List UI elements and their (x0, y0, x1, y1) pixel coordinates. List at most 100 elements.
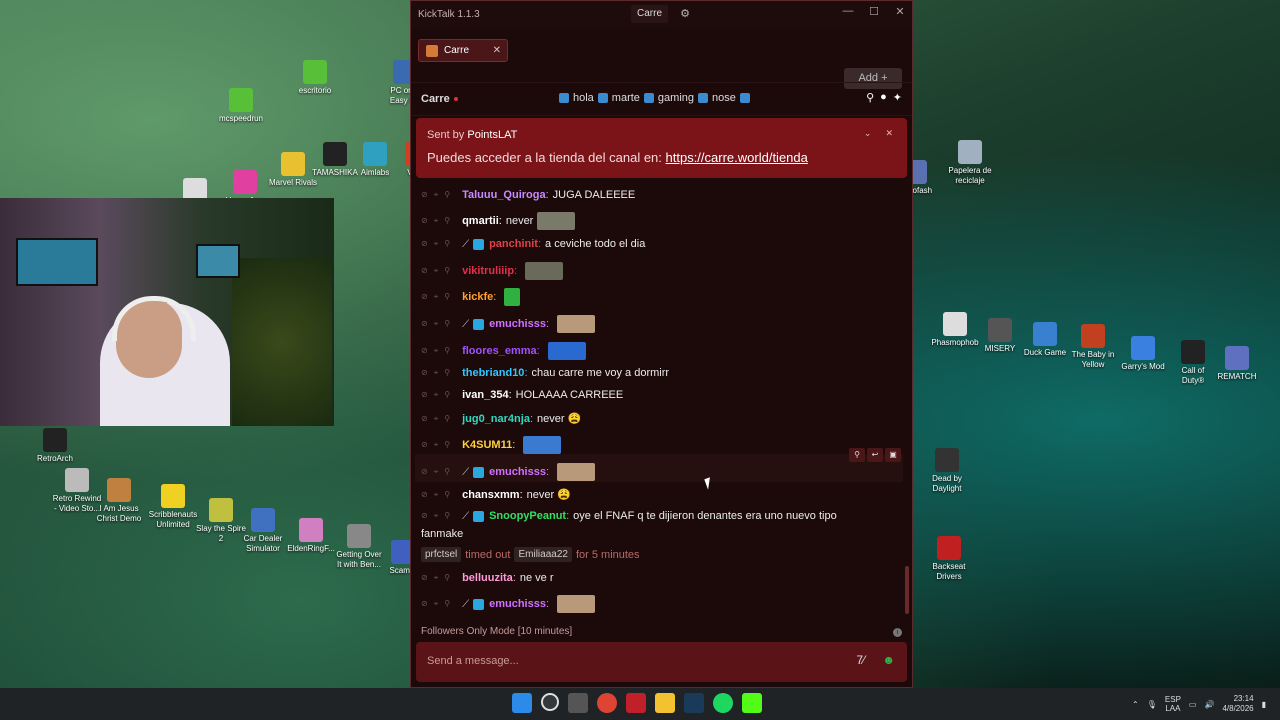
maximize-button[interactable]: ☐ (865, 5, 883, 18)
chat-message[interactable]: ⊘⌖⚲ floores_emma: (421, 342, 586, 360)
chat-message[interactable]: ⊘⌖⚲ thebriand10: chau carre me voy a dormi… (421, 367, 669, 379)
notification-icon[interactable]: ▮ (1262, 700, 1266, 709)
chat-username[interactable]: ivan_354 (462, 389, 508, 401)
chat-message[interactable]: ⊘⌖⚲ belluuzita: ne ve r (421, 572, 554, 584)
chat-message[interactable]: ⊘⌖⚲ jug0_nar4nja: never 😩 (421, 412, 581, 426)
timeout-moderator[interactable]: prfctsel (421, 547, 462, 562)
clock[interactable]: 23:14 4/8/2026 (1222, 694, 1253, 714)
desktop-icon[interactable]: Dead by Daylight (912, 448, 982, 494)
chat-message[interactable]: ⊘⌖⚲ ivan_354: HOLAAAA CARREEE (421, 389, 623, 401)
chat-username[interactable]: panchinit (489, 238, 538, 250)
chat-username[interactable]: emuchisss (489, 598, 546, 610)
delete-icon[interactable]: ▣ (885, 448, 901, 462)
search-icon[interactable] (541, 693, 559, 711)
chat-message[interactable]: ⊘⌖⚲ K4SUM11: (421, 436, 562, 454)
chat-emote[interactable] (557, 463, 596, 481)
kick-emote-icon[interactable]: ☻ (882, 653, 895, 667)
file-explorer-icon[interactable] (655, 693, 675, 713)
pinned-link[interactable]: https://carre.world/tienda (666, 150, 808, 165)
chat-emote[interactable] (504, 288, 521, 306)
mod-actions-icon[interactable]: ⊘⌖⚲ (421, 368, 456, 378)
chat-username[interactable]: floores_emma (462, 345, 537, 357)
chat-emote[interactable] (525, 262, 564, 280)
chrome-icon[interactable] (597, 693, 617, 713)
seventv-emote-icon[interactable]: 7⁄ (856, 653, 865, 667)
desktop-icon[interactable]: escritorio (280, 60, 350, 96)
chat-emote[interactable] (557, 595, 596, 613)
chat-message[interactable]: ⊘⌖⚲ Taluuu_Quiroga: JUGA DALEEEE (421, 189, 635, 201)
emote-quick-marte[interactable]: marte (612, 92, 640, 104)
channel-tab-carre[interactable]: Carre ✕ (418, 39, 508, 62)
chat-message[interactable]: ⊘⌖⚲ ⟋ SnoopyPeanut: oye el FNAF q te dijier… (421, 510, 837, 522)
pin-toggle-icon[interactable]: ✦ (893, 91, 902, 104)
chat-username[interactable]: thebriand10 (462, 367, 524, 379)
network-icon[interactable]: ▭ (1189, 700, 1197, 709)
title-channel-tab[interactable]: Carre (631, 5, 669, 23)
gear-icon[interactable]: ⚙ (675, 5, 695, 23)
chat-scrollbar[interactable] (905, 566, 909, 614)
pinned-sender-name[interactable]: PointsLAT (467, 129, 517, 141)
chat-username[interactable]: chansxmm (462, 489, 519, 501)
mod-actions-icon[interactable]: ⊘⌖⚲ (421, 573, 456, 583)
desktop-icon[interactable]: Papelera de reciclaje (935, 140, 1005, 186)
chat-message[interactable]: ⊘⌖⚲ ⟋ emuchisss: (421, 595, 596, 613)
chat-message[interactable]: ⊘⌖⚲ kickfe: (421, 288, 521, 306)
chat-message[interactable]: ⊘⌖⚲ ⟋ emuchisss: (421, 315, 596, 333)
chat-message[interactable]: ⊘⌖⚲ qmartii: never (421, 212, 576, 230)
chat-emote[interactable] (523, 436, 562, 454)
mod-actions-icon[interactable]: ⊘⌖⚲ (421, 490, 456, 500)
mod-actions-icon[interactable]: ⊘⌖⚲ (421, 467, 456, 477)
chat-username[interactable]: jug0_nar4nja (462, 413, 530, 425)
desktop-icon[interactable]: RetroArch (20, 428, 90, 464)
microphone-icon[interactable]: 🎙 (1147, 700, 1157, 709)
chat-emote[interactable] (547, 342, 586, 360)
info-icon[interactable]: i (893, 628, 902, 637)
emote-quick-hola[interactable]: hola (573, 92, 594, 104)
mod-actions-icon[interactable]: ⊘⌖⚲ (421, 190, 456, 200)
chat-username[interactable]: SnoopyPeanut (489, 510, 566, 522)
chat-message[interactable]: ⊘⌖⚲ ⟋ panchinit: a ceviche todo el dia (421, 238, 645, 250)
mod-actions-icon[interactable]: ⊘⌖⚲ (421, 266, 456, 276)
user-icon[interactable]: ● (880, 91, 887, 104)
chat-username[interactable]: emuchisss (489, 466, 546, 478)
desktop-icon[interactable]: Backseat Drivers (914, 536, 984, 582)
chat-username[interactable]: belluuzita (462, 572, 513, 584)
mod-actions-icon[interactable]: ⊘⌖⚲ (421, 292, 456, 302)
chat-username[interactable]: K4SUM11 (462, 439, 512, 451)
language-indicator[interactable]: ESP LAA (1165, 695, 1181, 713)
mod-actions-icon[interactable]: ⊘⌖⚲ (421, 239, 456, 249)
pin-message-icon[interactable]: ⚲ (849, 448, 865, 462)
windows-start-icon[interactable] (512, 693, 532, 713)
mod-actions-icon[interactable]: ⊘⌖⚲ (421, 346, 456, 356)
news-app-icon[interactable] (626, 693, 646, 713)
mod-actions-icon[interactable]: ⊘⌖⚲ (421, 414, 456, 424)
chat-message[interactable]: ⊘⌖⚲ ⟋ emuchisss: (421, 463, 596, 481)
mod-actions-icon[interactable]: ⊘⌖⚲ (421, 599, 456, 609)
mod-actions-icon[interactable]: ⊘⌖⚲ (421, 319, 456, 329)
chat-emote[interactable] (537, 212, 576, 230)
mod-actions-icon[interactable]: ⊘⌖⚲ (421, 440, 456, 450)
mod-actions-icon[interactable]: ⊘⌖⚲ (421, 216, 456, 226)
reply-icon[interactable]: ↩ (867, 448, 883, 462)
chat-username[interactable]: vikitruliiip (462, 265, 514, 277)
emote-quick-nose[interactable]: nose (712, 92, 736, 104)
unpin-icon[interactable]: ✕ (885, 128, 893, 139)
chevron-down-icon[interactable]: ⌄ (864, 128, 872, 139)
pin-icon[interactable]: ⚲ (866, 91, 874, 104)
emote-quick-gaming[interactable]: gaming (658, 92, 694, 104)
volume-icon[interactable]: 🔊 (1204, 700, 1214, 709)
chat-username[interactable]: Taluuu_Quiroga (462, 189, 546, 201)
chat-emote[interactable] (557, 315, 596, 333)
kick-icon[interactable] (742, 693, 762, 713)
mod-actions-icon[interactable]: ⊘⌖⚲ (421, 511, 456, 521)
spotify-icon[interactable] (713, 693, 733, 713)
steam-icon[interactable] (684, 693, 704, 713)
chat-username[interactable]: kickfe (462, 291, 493, 303)
minimize-button[interactable]: — (839, 5, 857, 17)
timeout-target[interactable]: Emiliaaa22 (514, 547, 572, 562)
chat-username[interactable]: qmartii (462, 215, 499, 227)
mod-actions-icon[interactable]: ⊘⌖⚲ (421, 390, 456, 400)
chevron-up-icon[interactable]: ⌃ (1132, 700, 1139, 709)
close-tab-icon[interactable]: ✕ (493, 45, 501, 56)
close-button[interactable]: ✕ (891, 5, 909, 18)
